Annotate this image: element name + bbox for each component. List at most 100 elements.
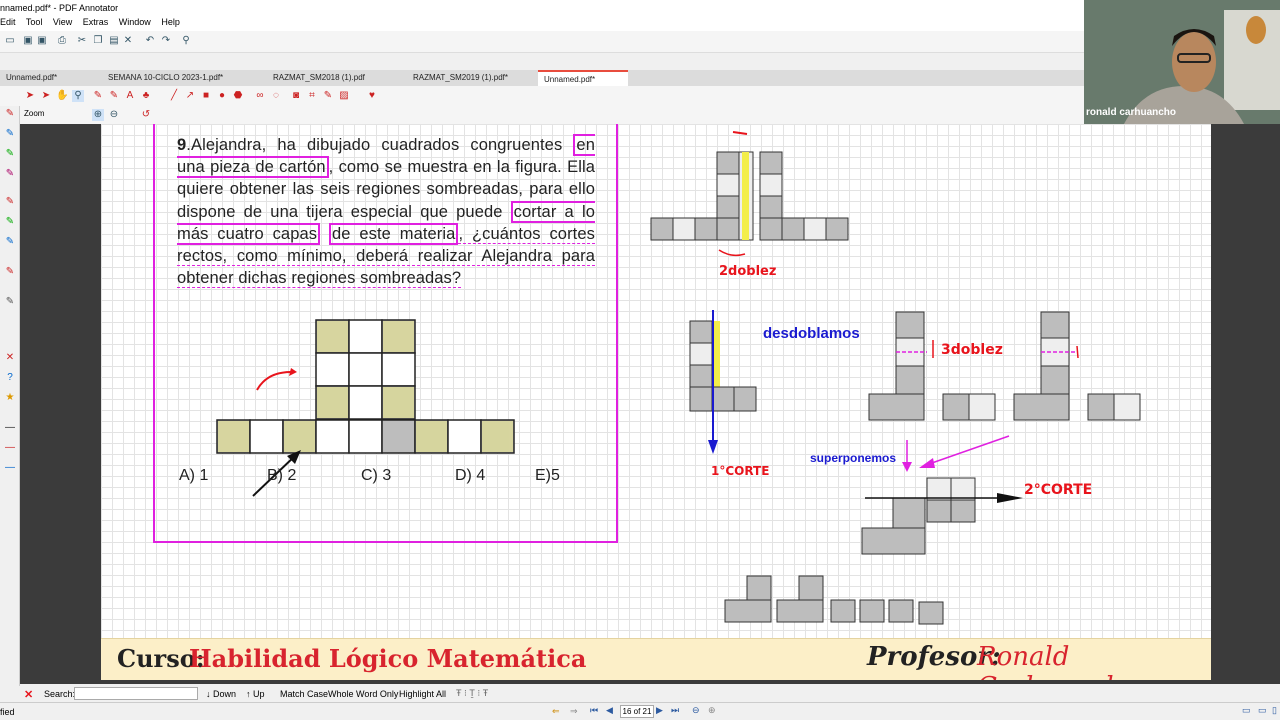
next-page-icon[interactable]: ▶ xyxy=(656,705,663,716)
delete-icon[interactable]: ✕ xyxy=(122,35,134,47)
menu-help[interactable]: Help xyxy=(161,17,180,27)
favorites-icon[interactable]: ♥ xyxy=(366,90,378,102)
figure-cell xyxy=(348,319,383,354)
link-icon[interactable]: ∞ xyxy=(254,90,266,102)
pen-preset-icon[interactable]: ✎ xyxy=(4,236,16,248)
menu-edit[interactable]: Edit xyxy=(0,17,16,27)
comment-icon[interactable]: ◌ xyxy=(270,90,282,102)
close-search-icon[interactable]: ✕ xyxy=(24,688,33,701)
line-icon[interactable]: ╱ xyxy=(168,90,180,102)
menu-tool[interactable]: Tool xyxy=(26,17,43,27)
camera-icon[interactable]: ◙ xyxy=(290,90,302,102)
figure-cell xyxy=(381,419,416,454)
zoom-in-icon[interactable]: ⊕ xyxy=(92,109,104,121)
hand-icon[interactable]: ✋ xyxy=(56,90,68,102)
find-icon[interactable]: ⚲ xyxy=(180,35,192,47)
ruler-icon[interactable]: ✎ xyxy=(322,90,334,102)
print-icon[interactable]: ⎙ xyxy=(56,35,68,47)
cut-icon[interactable]: ✂ xyxy=(76,35,88,47)
marker-icon[interactable]: ✎ xyxy=(108,90,120,102)
prev-view-icon[interactable]: ⇐ xyxy=(552,706,560,717)
undo-icon[interactable]: ↶ xyxy=(144,35,156,47)
title-bar: nnamed.pdf* - PDF Annotator xyxy=(0,0,1084,17)
first-page-icon[interactable]: ⏮ xyxy=(590,705,598,716)
pen-preset-icon[interactable]: ✎ xyxy=(4,266,16,278)
tab-razmat2018[interactable]: RAZMAT_SM2018 (1).pdf xyxy=(267,70,371,86)
status-bar: fied ⇐ ⇒ ⏮ ◀ 16 of 21 ▶ ⏭ ⊖ ⊕ ▭ ▭ ▯ xyxy=(0,702,1280,720)
course-name: Habilidad Lógico Matemática xyxy=(189,644,587,673)
menu-extras[interactable]: Extras xyxy=(83,17,109,27)
stamp-icon[interactable]: ♣ xyxy=(140,90,152,102)
ellipse-icon[interactable]: ● xyxy=(216,90,228,102)
figure-cell xyxy=(348,419,383,454)
crop-icon[interactable]: ⌗ xyxy=(306,90,318,102)
pen-preset-icon[interactable]: ✎ xyxy=(4,216,16,228)
annotation-toolbar: ➤ ➤ ✋ ⚲ ✎ ✎ A ♣ ╱ ↗ ■ ● ⬣ ∞ ◌ ◙ ⌗ ✎ ▨ ♥ xyxy=(0,86,1084,106)
zoom-out-icon[interactable]: ⊖ xyxy=(108,109,120,121)
arrow-icon[interactable]: ↗ xyxy=(184,90,196,102)
pen-preset-icon[interactable]: ✎ xyxy=(4,148,16,160)
pen-preset-icon[interactable]: ✎ xyxy=(4,196,16,208)
continuous-view-icon[interactable]: ▯ xyxy=(1272,705,1277,716)
presenter-video xyxy=(1084,0,1280,124)
star-icon[interactable]: ★ xyxy=(4,392,16,404)
line-preset-icon[interactable]: — xyxy=(4,422,16,434)
answer-e: E)5 xyxy=(535,467,560,484)
pen-preset-icon[interactable]: ✎ xyxy=(4,128,16,140)
text-icon[interactable]: A xyxy=(124,90,136,102)
line-preset-icon[interactable]: — xyxy=(4,462,16,474)
forward-icon[interactable]: ⊕ xyxy=(708,705,716,716)
tab-semana10[interactable]: SEMANA 10-CICLO 2023-1.pdf* xyxy=(102,70,229,86)
menu-window[interactable]: Window xyxy=(119,17,151,27)
line-preset-icon[interactable]: — xyxy=(4,442,16,454)
page-number-field[interactable]: 16 of 21 xyxy=(620,705,654,718)
save-icon[interactable]: ▣ xyxy=(22,35,34,47)
select-text-icon[interactable]: ➤ xyxy=(40,90,52,102)
open-icon[interactable]: ▭ xyxy=(4,35,16,47)
help-icon[interactable]: ? xyxy=(4,372,16,384)
search-up-button[interactable]: ↑ Up xyxy=(246,689,265,699)
rotate-icon[interactable]: ↺ xyxy=(140,109,152,121)
figure-cell xyxy=(315,352,350,387)
highlight-all-option[interactable]: Highlight All xyxy=(399,689,446,699)
search-label: Search: xyxy=(44,689,76,699)
select-icon[interactable]: ➤ xyxy=(24,90,36,102)
fold-arrow xyxy=(256,371,292,391)
close-icon[interactable]: ✕ xyxy=(4,352,16,364)
single-page-view-icon[interactable]: ▭ xyxy=(1242,705,1251,716)
match-case-option[interactable]: Match Case xyxy=(280,689,328,699)
annotation-3doblez: 3doblez xyxy=(941,342,1003,358)
tab-unnamed-1[interactable]: Unnamed.pdf* xyxy=(0,70,63,86)
tab-razmat2019[interactable]: RAZMAT_SM2019 (1).pdf* xyxy=(407,70,514,86)
prev-page-icon[interactable]: ◀ xyxy=(606,705,613,716)
pen-preset-icon[interactable]: ✎ xyxy=(4,108,16,120)
copy-icon[interactable]: ❐ xyxy=(92,35,104,47)
search-down-button[interactable]: ↓ Down xyxy=(206,689,236,699)
text-format-icon[interactable]: Ŧ ⁝ Ṯ ⁝ Ŧ xyxy=(456,688,488,699)
tab-unnamed-active[interactable]: Unnamed.pdf* xyxy=(538,70,628,86)
save-all-icon[interactable]: ▣ xyxy=(36,35,48,47)
pen-icon[interactable]: ✎ xyxy=(92,90,104,102)
back-icon[interactable]: ⊖ xyxy=(692,705,700,716)
pdf-page: 9.Alejandra, ha dibujado cuadrados congr… xyxy=(101,124,1211,680)
paste-icon[interactable]: ▤ xyxy=(108,35,120,47)
zoom-tool-icon[interactable]: ⚲ xyxy=(72,90,84,102)
figure-cell xyxy=(348,352,383,387)
rectangle-icon[interactable]: ■ xyxy=(200,90,212,102)
whole-word-option[interactable]: Whole Word Only xyxy=(328,689,398,699)
answer-b: B) 2 xyxy=(267,467,297,484)
pen-preset-icon[interactable]: ✎ xyxy=(4,296,16,308)
webcam-video xyxy=(1084,0,1280,124)
pen-preset-icon[interactable]: ✎ xyxy=(4,168,16,180)
next-view-icon[interactable]: ⇒ xyxy=(570,706,578,717)
polygon-icon[interactable]: ⬣ xyxy=(232,90,244,102)
two-page-view-icon[interactable]: ▭ xyxy=(1258,705,1267,716)
redo-icon[interactable]: ↷ xyxy=(160,35,172,47)
annotation-2-corte: 2°CORTE xyxy=(1024,482,1093,498)
menu-view[interactable]: View xyxy=(53,17,72,27)
insert-image-icon[interactable]: ▨ xyxy=(338,90,350,102)
figure-cell xyxy=(348,385,383,420)
annotation-desdoblamos: desdoblamos xyxy=(763,325,860,342)
last-page-icon[interactable]: ⏭ xyxy=(671,705,679,716)
search-input[interactable] xyxy=(74,687,198,700)
